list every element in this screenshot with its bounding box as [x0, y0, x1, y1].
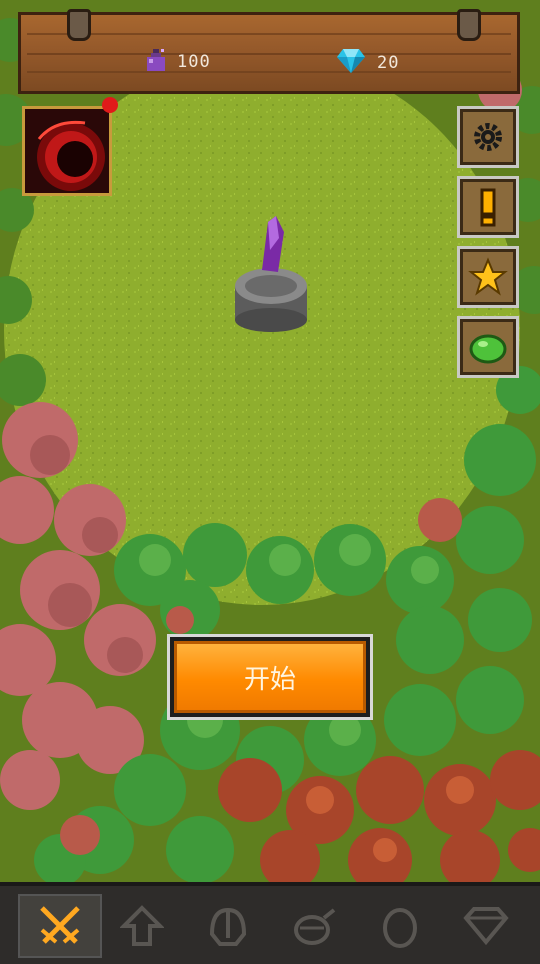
portal-button[interactable] [22, 106, 112, 196]
bottom-nav [0, 882, 540, 964]
gem-count: 20 [377, 53, 400, 73]
egg-icon [383, 908, 417, 948]
resource-bar: 100 20 [18, 9, 520, 94]
helmet-icon [209, 907, 247, 946]
nav-upgrade[interactable] [100, 894, 184, 958]
star-icon [468, 257, 508, 296]
start-button[interactable]: 开始 [174, 641, 366, 713]
diamond-icon [333, 47, 369, 79]
nav-equipment[interactable] [186, 894, 270, 958]
diamond-outline-icon [463, 907, 509, 946]
settings-button[interactable] [457, 106, 519, 168]
nav-egg[interactable] [358, 894, 442, 958]
crossed-swords-icon [40, 906, 80, 944]
peg-icon [67, 9, 91, 41]
peg-icon [457, 9, 481, 41]
gear-icon [474, 123, 502, 151]
gem-resource: 20 [333, 47, 399, 79]
exclamation-icon [480, 188, 496, 227]
nav-battle[interactable] [18, 894, 102, 958]
slime-icon [469, 334, 507, 364]
potion-resource: 100 [143, 47, 211, 77]
pot-icon [294, 908, 336, 945]
purple-potion-icon [143, 47, 169, 77]
up-arrow-icon [120, 905, 164, 946]
nav-shop[interactable] [444, 894, 528, 958]
notification-dot [102, 97, 118, 113]
slime-button[interactable] [457, 316, 519, 378]
dark-portal-icon [25, 109, 109, 193]
alert-button[interactable] [457, 176, 519, 238]
potion-count: 100 [177, 52, 211, 72]
nav-alchemy[interactable] [272, 894, 356, 958]
favorites-button[interactable] [457, 246, 519, 308]
